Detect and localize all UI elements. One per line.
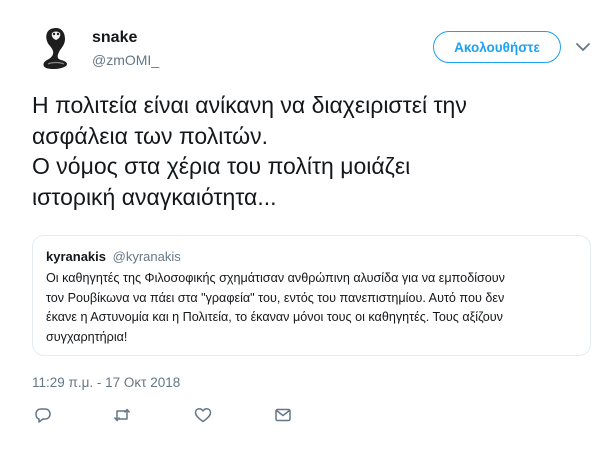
quoted-tweet-header: kyranakis @kyranakis <box>46 249 181 264</box>
quoted-text-line: συγχαρητήρια! <box>46 329 128 344</box>
quoted-text-line: έκανε η Αστυνομία και η Πολιτεία, το έκα… <box>46 310 503 324</box>
chevron-down-icon[interactable] <box>575 40 591 54</box>
quoted-author-name: kyranakis <box>46 249 106 264</box>
author-handle[interactable]: @zmOMI_ <box>92 52 159 68</box>
tweet-text: Η πολιτεία είναι ανίκανη να διαχειριστεί… <box>32 90 592 212</box>
quoted-text-line: Οι καθηγητές της Φιλοσοφικής σχημάτισαν … <box>46 271 505 285</box>
tweet-timestamp[interactable]: 11:29 π.μ. - 17 Οκτ 2018 <box>32 375 180 390</box>
tweet-text-line: Η πολιτεία είναι ανίκανη να διαχειριστεί… <box>32 92 467 118</box>
avatar[interactable] <box>32 24 80 72</box>
tweet-text-line: ασφάλεια των πολιτών. <box>32 122 268 149</box>
cobra-icon <box>43 28 68 70</box>
quoted-author-handle: @kyranakis <box>112 249 181 264</box>
tweet-card: snake @zmOMI_ Ακολουθήστε Η πολιτεία είν… <box>0 0 610 454</box>
reply-icon[interactable] <box>32 404 54 426</box>
quoted-tweet-text: Οι καθηγητές της Φιλοσοφικής σχημάτισαν … <box>46 269 581 347</box>
like-icon[interactable] <box>192 404 214 426</box>
quoted-text-line: τον Ρουβίκωνα να πάει στα "γραφεία" του,… <box>46 290 505 305</box>
retweet-icon[interactable] <box>111 404 133 426</box>
quoted-tweet[interactable]: kyranakis @kyranakis Οι καθηγητές της Φι… <box>32 235 591 356</box>
tweet-text-line: Ο νόμος στα χέρια του πολίτη μοιάζει <box>32 153 411 179</box>
follow-button[interactable]: Ακολουθήστε <box>433 31 561 63</box>
author-name[interactable]: snake <box>92 29 137 47</box>
tweet-text-line: ιστορική αναγκαιότητα... <box>32 183 277 210</box>
message-icon[interactable] <box>272 404 294 426</box>
